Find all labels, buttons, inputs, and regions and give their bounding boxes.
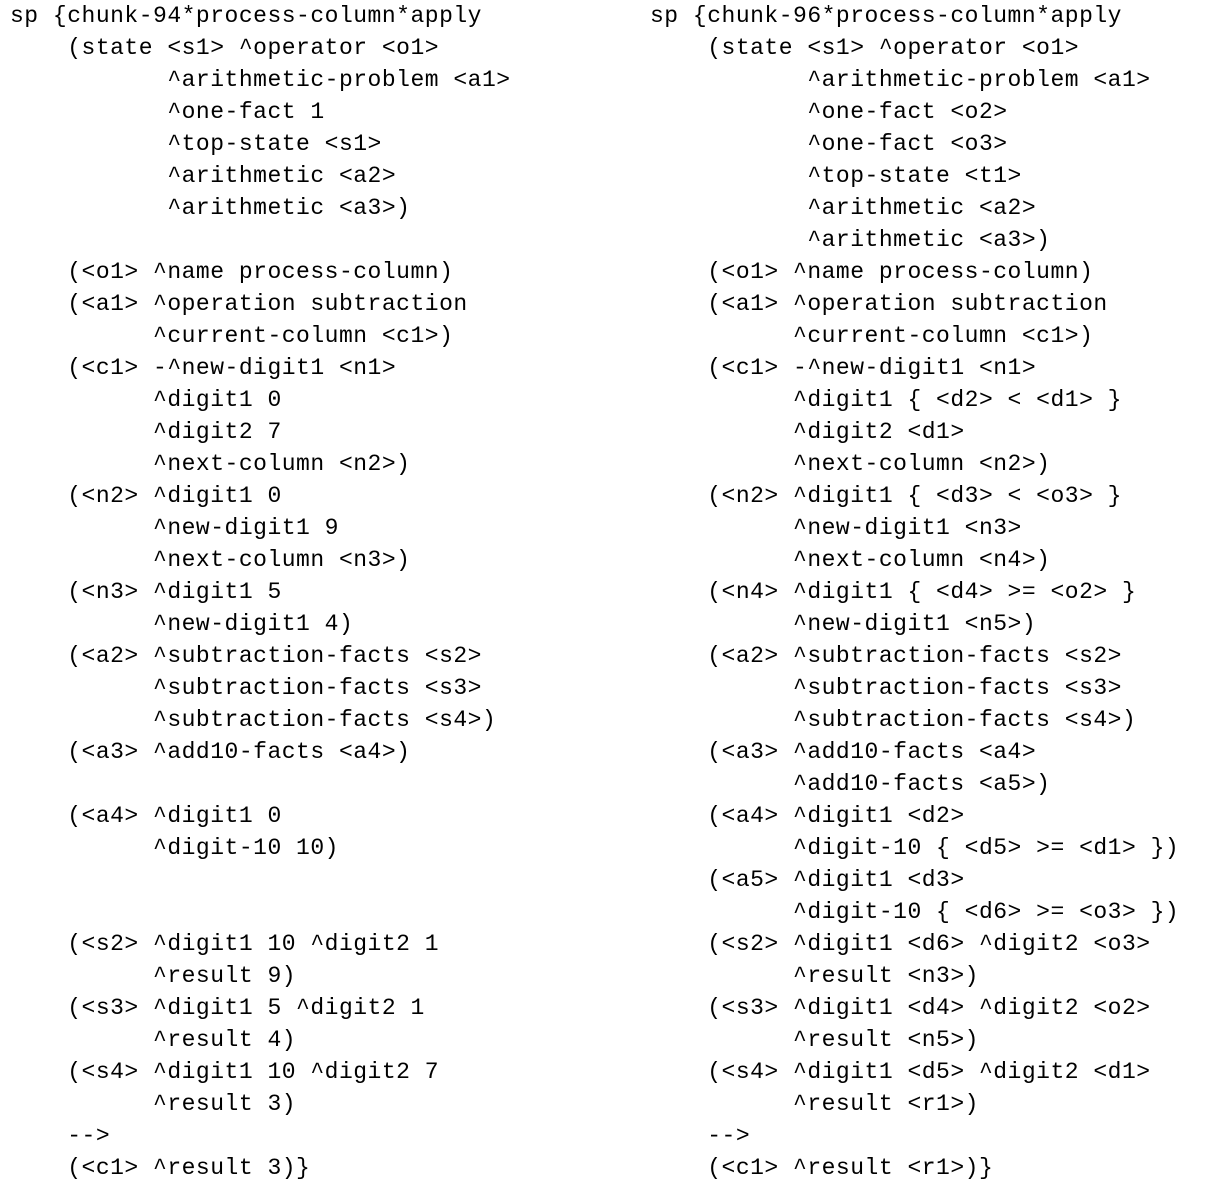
code-line: (state <s1> ^operator <o1> [10,35,440,61]
code-line: ^result <n3>) [650,963,979,989]
code-line: ^one-fact <o2> [650,99,1008,125]
code-line: sp {chunk-96*process-column*apply [650,3,1122,29]
code-line: ^arithmetic <a2> [10,163,397,189]
code-line: (<n4> ^digit1 { <d4> >= <o2> } [650,579,1137,605]
code-line: ^arithmetic <a2> [650,195,1037,221]
code-line: ^arithmetic-problem <a1> [10,67,511,93]
code-line: ^next-column <n3>) [10,547,411,573]
code-line: (<s4> ^digit1 10 ^digit2 7 [10,1059,440,1085]
code-line: (<s4> ^digit1 <d5> ^digit2 <d1> [650,1059,1151,1085]
code-line: (state <s1> ^operator <o1> [650,35,1080,61]
code-line: (<n3> ^digit1 5 [10,579,282,605]
code-line: (<n2> ^digit1 0 [10,483,282,509]
code-line: ^digit-10 10) [10,835,339,861]
code-line: ^subtraction-facts <s3> [650,675,1122,701]
code-line: ^result 9) [10,963,297,989]
code-line: ^arithmetic <a3>) [650,227,1051,253]
code-line: ^one-fact <o3> [650,131,1008,157]
code-line: (<s3> ^digit1 <d4> ^digit2 <o2> [650,995,1151,1021]
code-line: (<a3> ^add10-facts <a4> [650,739,1037,765]
code-line: ^subtraction-facts <s4>) [650,707,1137,733]
code-line: --> [650,1123,751,1149]
code-line: ^add10-facts <a5>) [650,771,1051,797]
code-line: (<c1> -^new-digit1 <n1> [10,355,397,381]
code-line: (<a2> ^subtraction-facts <s2> [650,643,1122,669]
code-line: ^digit2 7 [10,419,282,445]
code-line: (<o1> ^name process-column) [10,259,454,285]
code-line: (<a3> ^add10-facts <a4>) [10,739,411,765]
code-line: ^result 4) [10,1027,297,1053]
code-line: (<c1> ^result 3)} [10,1155,311,1181]
code-line: ^current-column <c1>) [650,323,1094,349]
code-line: ^digit1 { <d2> < <d1> } [650,387,1122,413]
code-line: (<a5> ^digit1 <d3> [650,867,965,893]
code-line: ^digit1 0 [10,387,282,413]
code-line: (<s2> ^digit1 <d6> ^digit2 <o3> [650,931,1151,957]
code-line: --> [10,1123,111,1149]
code-line: (<a4> ^digit1 0 [10,803,282,829]
code-line: ^next-column <n4>) [650,547,1051,573]
code-line: (<a4> ^digit1 <d2> [650,803,965,829]
code-line: (<c1> -^new-digit1 <n1> [650,355,1037,381]
code-line: ^digit-10 { <d6> >= <o3> }) [650,899,1180,925]
code-line: ^result <n5>) [650,1027,979,1053]
code-line: ^next-column <n2>) [650,451,1051,477]
code-line: ^new-digit1 <n3> [650,515,1022,541]
code-line: ^result <r1>) [650,1091,979,1117]
code-line: ^subtraction-facts <s4>) [10,707,497,733]
code-line: (<a1> ^operation subtraction [650,291,1108,317]
code-line: ^new-digit1 9 [10,515,339,541]
code-line: ^subtraction-facts <s3> [10,675,482,701]
code-line: ^top-state <s1> [10,131,382,157]
code-line: ^digit2 <d1> [650,419,965,445]
code-line: (<c1> ^result <r1>)} [650,1155,994,1181]
code-line: (<n2> ^digit1 { <d3> < <o3> } [650,483,1122,509]
rule-chunk-94: sp {chunk-94*process-column*apply (state… [10,0,511,1184]
code-line: ^arithmetic <a3>) [10,195,411,221]
code-line: sp {chunk-94*process-column*apply [10,3,482,29]
code-line: ^result 3) [10,1091,297,1117]
code-line: ^one-fact 1 [10,99,325,125]
code-line: (<s3> ^digit1 5 ^digit2 1 [10,995,425,1021]
code-line: (<a1> ^operation subtraction [10,291,468,317]
rule-chunk-96: sp {chunk-96*process-column*apply (state… [650,0,1179,1184]
code-line: ^digit-10 { <d5> >= <d1> }) [650,835,1180,861]
code-line: (<a2> ^subtraction-facts <s2> [10,643,482,669]
code-line: ^next-column <n2>) [10,451,411,477]
code-line: ^new-digit1 <n5>) [650,611,1037,637]
code-line: ^top-state <t1> [650,163,1022,189]
code-line: (<o1> ^name process-column) [650,259,1094,285]
code-line: (<s2> ^digit1 10 ^digit2 1 [10,931,440,957]
code-line: ^current-column <c1>) [10,323,454,349]
code-line: ^arithmetic-problem <a1> [650,67,1151,93]
code-line: ^new-digit1 4) [10,611,354,637]
